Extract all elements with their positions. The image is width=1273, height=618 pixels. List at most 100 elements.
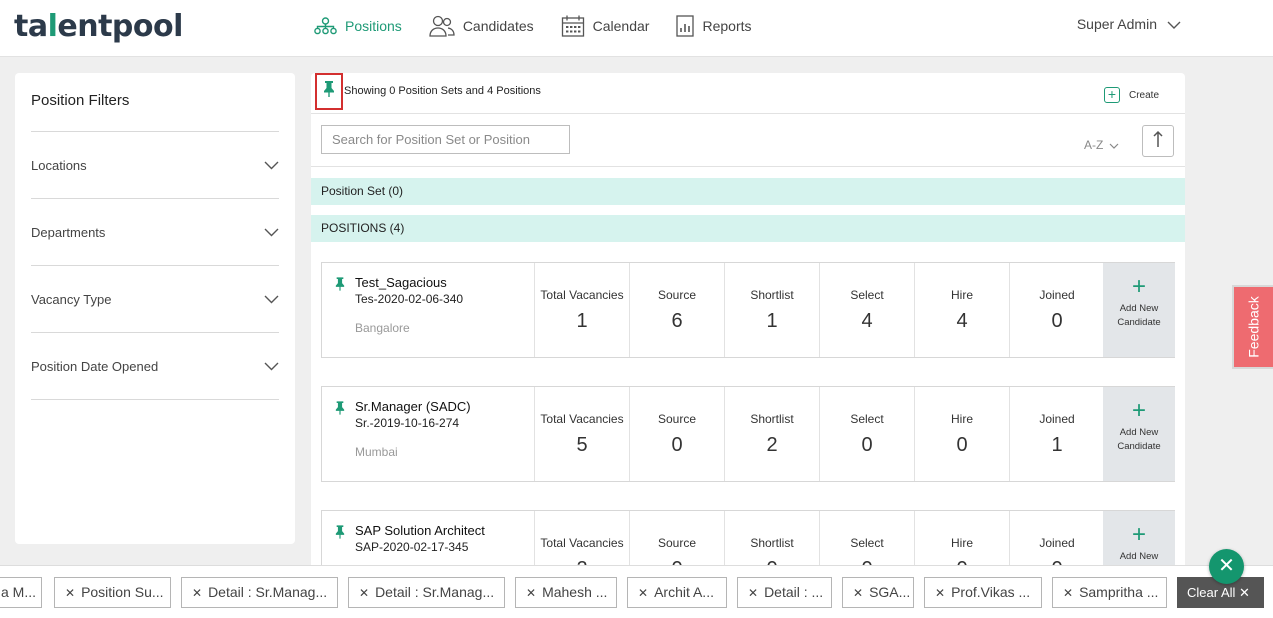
position-code: Sr.-2019-10-16-274	[355, 416, 460, 430]
positions-panel: Showing 0 Position Sets and 4 Positions …	[311, 73, 1185, 573]
stat-hire[interactable]: Hire0	[914, 511, 1009, 573]
filter-position-date-opened[interactable]: Position Date Opened	[31, 332, 279, 399]
stat-joined[interactable]: Joined0	[1009, 511, 1104, 573]
positions-header[interactable]: POSITIONS (4)	[311, 215, 1185, 242]
close-icon: ✕	[1218, 555, 1235, 577]
close-icon[interactable]: ✕	[359, 586, 369, 600]
stat-hire[interactable]: Hire 4	[914, 263, 1009, 357]
position-stats: Total Vacancies2 Source0 Shortlist0 Sele…	[534, 511, 1104, 573]
stat-source[interactable]: Source0	[629, 511, 724, 573]
nav-positions[interactable]: Positions	[314, 17, 402, 35]
stat-total-vacancies[interactable]: Total Vacancies2	[534, 511, 629, 573]
stat-label: Total Vacancies	[540, 412, 624, 426]
position-set-header[interactable]: Position Set (0)	[311, 178, 1185, 205]
stat-select[interactable]: Select 4	[819, 263, 914, 357]
pin-icon[interactable]	[335, 400, 345, 421]
tab-chip[interactable]: ✕ Position Su...	[54, 577, 171, 608]
stat-shortlist[interactable]: Shortlist 2	[724, 387, 819, 481]
stat-joined[interactable]: Joined0	[1009, 263, 1104, 357]
main-nav: Positions Candidates Calendar Reports	[314, 0, 779, 52]
nav-calendar[interactable]: Calendar	[561, 14, 649, 38]
add-new-candidate-button[interactable]: + Add NewCandidate	[1103, 511, 1175, 573]
tab-chip[interactable]: ✕ Prof.Vikas ...	[924, 577, 1042, 608]
logo-text-accent: l	[47, 9, 58, 44]
create-button[interactable]: + Create	[1103, 87, 1159, 103]
stat-value: 4	[861, 310, 873, 332]
nav-candidates[interactable]: Candidates	[429, 15, 534, 37]
add-new-candidate-button[interactable]: + Add NewCandidate	[1103, 387, 1175, 481]
stat-value: 5	[576, 434, 588, 456]
position-title[interactable]: SAP Solution Architect	[355, 523, 485, 538]
sort-dropdown[interactable]: A-Z	[1084, 138, 1119, 152]
position-title[interactable]: Sr.Manager (SADC)	[355, 399, 471, 414]
stat-label: Total Vacancies	[540, 536, 624, 550]
chip-label: Mahesh ...	[542, 584, 608, 600]
close-icon[interactable]: ✕	[638, 586, 648, 600]
pin-icon[interactable]	[335, 524, 345, 545]
logo-text-start: ta	[14, 9, 48, 44]
stat-total-vacancies[interactable]: Total Vacancies 1	[534, 263, 629, 357]
search-input[interactable]	[321, 125, 570, 154]
feedback-tab[interactable]: Feedback	[1232, 285, 1273, 369]
stat-joined[interactable]: Joined 1	[1009, 387, 1104, 481]
close-icon[interactable]: ✕	[748, 586, 758, 600]
chevron-down-icon	[264, 292, 279, 307]
tab-chip[interactable]: ✕ Sampritha ...	[1052, 577, 1167, 608]
tab-chip[interactable]: a M...	[0, 577, 42, 608]
sort-direction-button[interactable]	[1142, 125, 1174, 157]
close-icon[interactable]: ✕	[1063, 586, 1073, 600]
filter-vacancy-type[interactable]: Vacancy Type	[31, 265, 279, 332]
chip-label: a M...	[1, 584, 37, 600]
tab-chip[interactable]: ✕ Detail : Sr.Manag...	[181, 577, 338, 608]
position-card[interactable]: Sr.Manager (SADC) Sr.-2019-10-16-274 Mum…	[321, 386, 1175, 482]
position-stats: Total Vacancies 5 Source 0 Shortlist 2 Sele…	[534, 387, 1104, 481]
stat-total-vacancies[interactable]: Total Vacancies 5	[534, 387, 629, 481]
stat-source[interactable]: Source0	[629, 387, 724, 481]
nav-candidates-label: Candidates	[462, 18, 534, 34]
add-new-label: Candidate	[1117, 441, 1161, 452]
position-code: SAP-2020-02-17-345	[355, 540, 469, 554]
stat-shortlist[interactable]: Shortlist0	[724, 511, 819, 573]
stat-source[interactable]: Source 6	[629, 263, 724, 357]
add-new-candidate-button[interactable]: + Add NewCandidate	[1103, 263, 1175, 357]
create-label: Create	[1128, 89, 1159, 101]
stat-value: 2	[766, 434, 778, 456]
stat-label: Shortlist	[750, 412, 794, 426]
position-card[interactable]: Test_Sagacious Tes-2020-02-06-340 Bangal…	[321, 262, 1175, 358]
stat-select[interactable]: Select0	[819, 511, 914, 573]
stat-hire[interactable]: Hire0	[914, 387, 1009, 481]
tab-chip[interactable]: ✕ SGA...	[842, 577, 914, 608]
filter-departments[interactable]: Departments	[31, 198, 279, 265]
stat-value: 0	[861, 434, 873, 456]
tab-chip[interactable]: ✕ Archit A...	[627, 577, 727, 608]
chip-label: Detail : Sr.Manag...	[375, 584, 495, 600]
position-card[interactable]: SAP Solution Architect SAP-2020-02-17-34…	[321, 510, 1175, 573]
close-icon[interactable]: ✕	[192, 586, 202, 600]
close-icon[interactable]: ✕	[526, 586, 536, 600]
stat-label: Joined	[1039, 288, 1075, 302]
clear-all-label: Clear All	[1187, 585, 1236, 600]
chip-label: Detail : ...	[764, 584, 824, 600]
close-icon[interactable]: ✕	[935, 586, 945, 600]
stat-label: Select	[850, 288, 884, 302]
plus-icon: +	[1131, 273, 1146, 300]
nav-reports[interactable]: Reports	[676, 15, 752, 37]
stat-select[interactable]: Select0	[819, 387, 914, 481]
chip-label: Detail : Sr.Manag...	[208, 584, 328, 600]
position-title[interactable]: Test_Sagacious	[355, 275, 447, 290]
stat-label: Total Vacancies	[540, 288, 624, 302]
pin-icon[interactable]	[335, 276, 345, 297]
tab-chip[interactable]: ✕ Mahesh ...	[515, 577, 617, 608]
talentpool-logo[interactable]: talentpool	[14, 9, 183, 44]
close-icon[interactable]: ✕	[65, 586, 75, 600]
close-icon[interactable]: ✕	[853, 586, 863, 600]
tab-chip[interactable]: ✕ Detail : Sr.Manag...	[348, 577, 505, 608]
tab-chip[interactable]: ✕ Detail : ...	[737, 577, 832, 608]
add-new-label: Add New	[1119, 427, 1159, 438]
stat-label: Hire	[950, 288, 973, 302]
filter-locations[interactable]: Locations	[31, 131, 279, 198]
stat-shortlist[interactable]: Shortlist 1	[724, 263, 819, 357]
pin-toggle-button[interactable]	[315, 73, 343, 110]
user-menu[interactable]: Super Admin	[1077, 16, 1181, 32]
close-tabs-fab[interactable]: ✕	[1209, 549, 1244, 584]
